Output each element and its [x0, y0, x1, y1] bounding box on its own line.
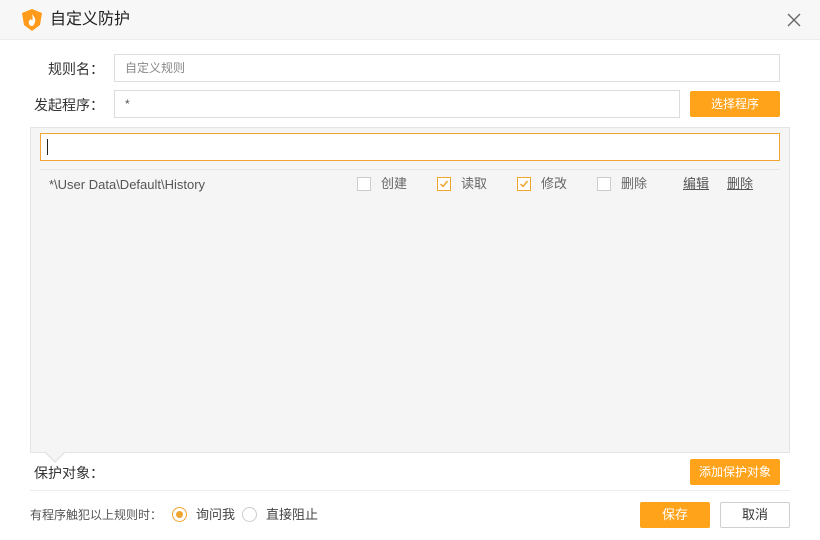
read-checkbox[interactable]	[437, 177, 451, 191]
panel-pointer	[46, 452, 64, 461]
protected-label: 保护对象：	[34, 465, 104, 481]
text-caret	[47, 139, 48, 155]
modify-checkbox[interactable]	[517, 177, 531, 191]
read-label: 读取	[461, 176, 488, 191]
rule-name-input[interactable]: 自定义规则	[114, 54, 780, 82]
process-input[interactable]: *	[114, 90, 680, 118]
create-checkbox[interactable]	[357, 177, 371, 191]
close-icon[interactable]	[786, 12, 802, 28]
modify-label: 修改	[541, 176, 568, 191]
process-label: 发起程序：	[34, 97, 104, 113]
delete-label: 删除	[621, 176, 648, 191]
path-input[interactable]	[40, 133, 780, 161]
checkmark-icon	[519, 180, 529, 188]
checkmark-icon	[439, 180, 449, 188]
rules-panel: *\User Data\Default\History 创建 读取 修改 删除 …	[30, 127, 790, 453]
title-bar: 自定义防护	[0, 0, 820, 40]
cancel-button[interactable]: 取消	[720, 502, 790, 528]
edit-link[interactable]: 编辑	[683, 176, 709, 192]
ask-me-label: 询问我	[196, 507, 236, 522]
shield-flame-logo	[22, 9, 42, 31]
trigger-prompt: 有程序触犯以上规则时：	[30, 508, 163, 522]
rule-name-label: 规则名：	[48, 61, 104, 77]
block-radio[interactable]	[242, 507, 257, 522]
block-label: 直接阻止	[266, 507, 319, 522]
select-process-button[interactable]: 选择程序	[690, 91, 780, 117]
delete-link[interactable]: 删除	[727, 176, 753, 192]
add-protected-button[interactable]: 添加保护对象	[690, 459, 780, 485]
rule-path: *\User Data\Default\History	[49, 177, 206, 192]
footer-divider	[30, 490, 790, 491]
save-button[interactable]: 保存	[640, 502, 710, 528]
window-title: 自定义防护	[50, 11, 131, 28]
create-label: 创建	[381, 176, 408, 191]
rule-row: *\User Data\Default\History 创建 读取 修改 删除 …	[31, 170, 789, 198]
ask-me-radio[interactable]	[172, 507, 187, 522]
delete-checkbox[interactable]	[597, 177, 611, 191]
